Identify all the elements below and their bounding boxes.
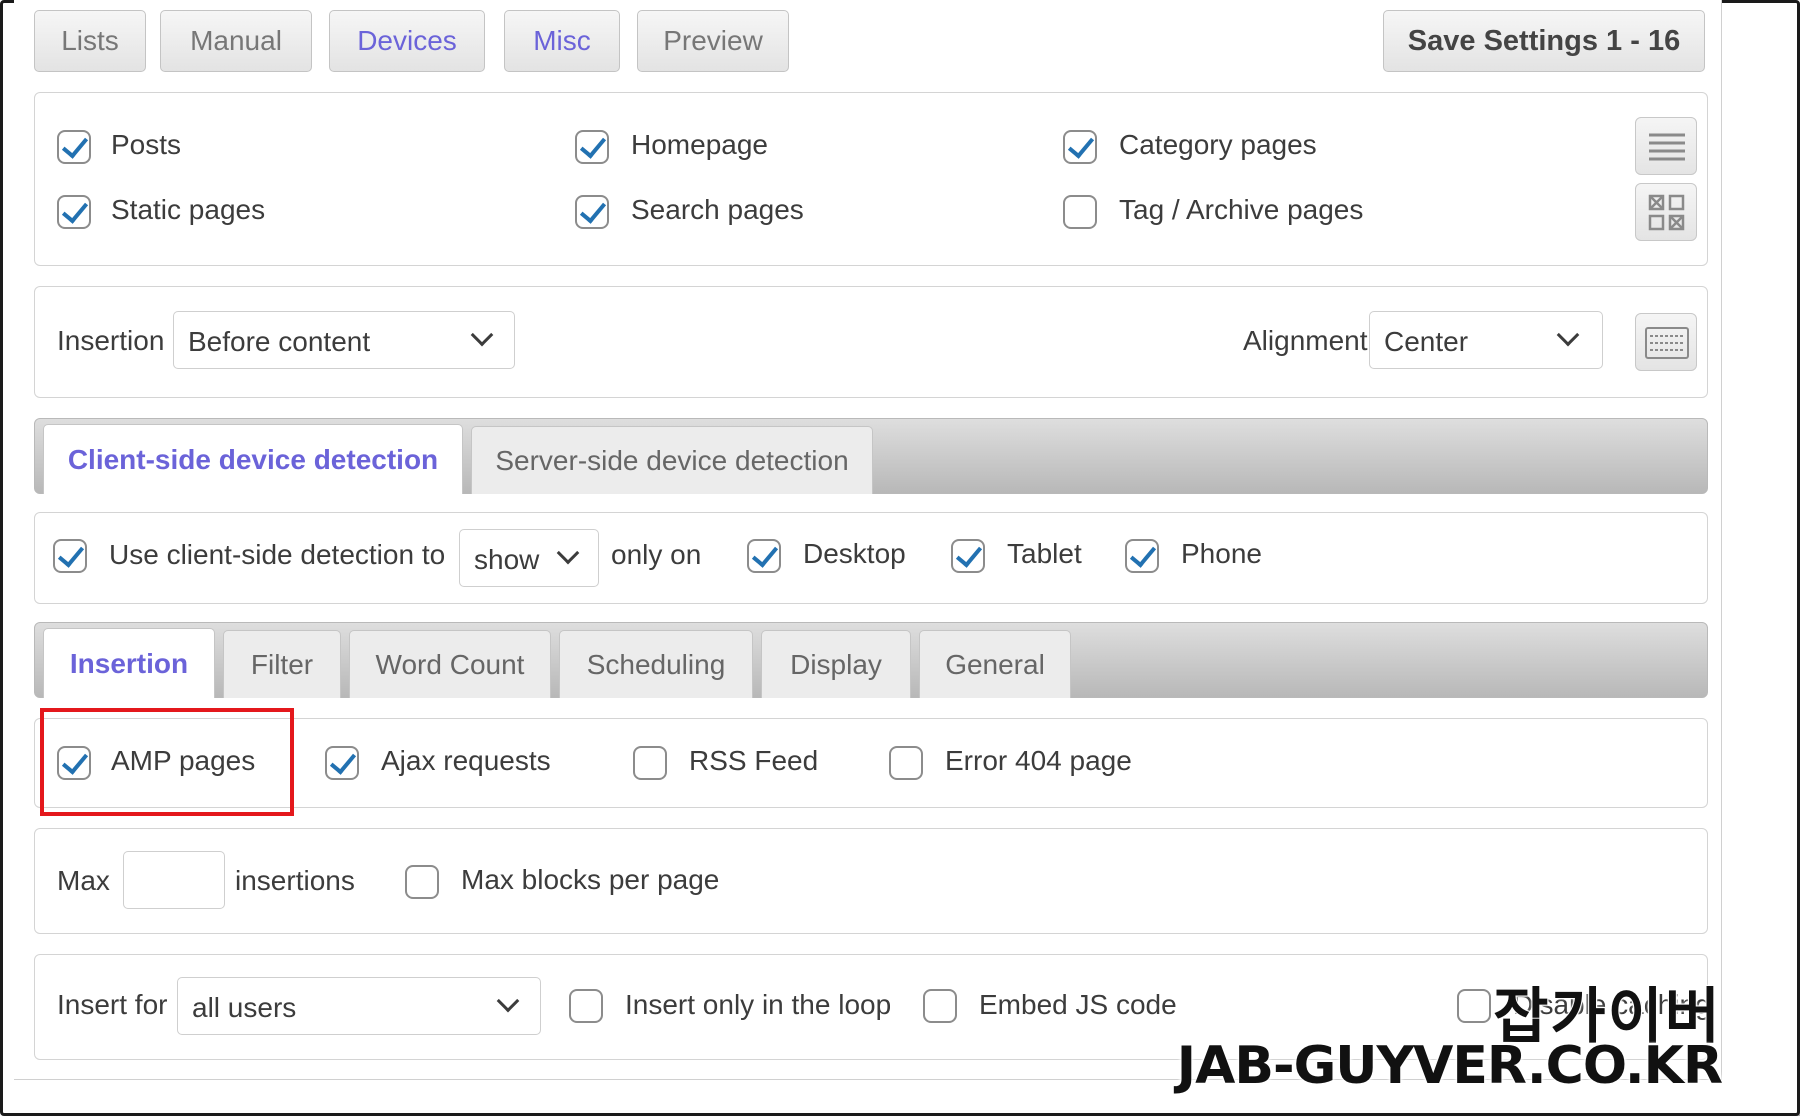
lists-button[interactable]: Lists (34, 10, 146, 72)
insertion-select-value: Before content (188, 326, 371, 357)
max-blocks-per-page-label: Max blocks per page (461, 864, 720, 895)
chevron-down-icon (496, 989, 520, 1013)
watermark-url: JAB-GUYVER.CO.KR (1176, 1036, 1723, 1096)
settings-panel: Lists Manual Devices Misc Preview Save S… (14, 0, 1722, 1080)
rss-feed-checkbox[interactable] (633, 746, 667, 780)
desktop-label: Desktop (803, 538, 906, 569)
ajax-requests-checkbox[interactable] (325, 746, 359, 780)
insertion-label: Insertion (57, 325, 165, 356)
use-client-detection-label: Use client-side detection to (109, 539, 446, 570)
client-detection-panel: Use client-side detection to show only o… (34, 512, 1708, 604)
only-on-label: only on (611, 539, 702, 570)
settings-tabbar: Insertion Filter Word Count Scheduling D… (34, 622, 1708, 698)
devices-button[interactable]: Devices (329, 10, 485, 72)
disable-caching-checkbox[interactable] (1457, 989, 1491, 1023)
embed-js-code-checkbox[interactable] (923, 989, 957, 1023)
max-insertions-input[interactable] (123, 851, 225, 909)
max-label: Max (57, 865, 110, 896)
save-settings-button[interactable]: Save Settings 1 - 16 (1383, 10, 1705, 72)
desktop-checkbox[interactable] (747, 539, 781, 573)
max-insertions-panel: Max insertions Max blocks per page (34, 828, 1708, 934)
static-pages-label: Static pages (111, 194, 266, 225)
max-blocks-per-page-checkbox[interactable] (405, 865, 439, 899)
insert-for-label: Insert for (57, 989, 168, 1020)
show-hide-select[interactable]: show (459, 529, 599, 587)
tag-archive-pages-label: Tag / Archive pages (1119, 194, 1364, 225)
search-pages-label: Search pages (631, 194, 804, 225)
insert-for-select[interactable]: all users (177, 977, 541, 1035)
alignment-select[interactable]: Center (1369, 311, 1603, 369)
embed-js-code-label: Embed JS code (979, 989, 1177, 1020)
insert-for-select-value: all users (192, 992, 297, 1023)
homepage-checkbox[interactable] (575, 130, 609, 164)
list-view-icon[interactable] (1635, 117, 1697, 175)
category-pages-checkbox[interactable] (1063, 130, 1097, 164)
search-pages-checkbox[interactable] (575, 195, 609, 229)
tab-filter[interactable]: Filter (223, 630, 341, 698)
tag-archive-pages-checkbox[interactable] (1063, 195, 1097, 229)
insert-only-in-loop-label: Insert only in the loop (625, 989, 892, 1020)
alignment-select-value: Center (1384, 326, 1469, 357)
tablet-checkbox[interactable] (951, 539, 985, 573)
insert-only-in-loop-checkbox[interactable] (569, 989, 603, 1023)
posts-checkbox[interactable] (57, 130, 91, 164)
tablet-label: Tablet (1007, 538, 1082, 569)
tab-scheduling[interactable]: Scheduling (559, 630, 753, 698)
tab-general[interactable]: General (919, 630, 1071, 698)
static-pages-checkbox[interactable] (57, 195, 91, 229)
posts-label: Posts (111, 129, 182, 160)
tab-word-count[interactable]: Word Count (349, 630, 551, 698)
show-hide-select-value: show (474, 544, 540, 575)
homepage-label: Homepage (631, 129, 768, 160)
keyboard-icon[interactable] (1635, 313, 1697, 371)
use-client-detection-checkbox[interactable] (53, 539, 87, 573)
misc-button[interactable]: Misc (504, 10, 620, 72)
chevron-down-icon (1556, 323, 1580, 347)
page-types-panel: Posts Homepage Category pages Static pag… (34, 92, 1708, 266)
preview-button[interactable]: Preview (637, 10, 789, 72)
insertion-select[interactable]: Before content (173, 311, 515, 369)
phone-label: Phone (1181, 538, 1262, 569)
error-404-page-checkbox[interactable] (889, 746, 923, 780)
phone-checkbox[interactable] (1125, 539, 1159, 573)
chevron-down-icon (470, 323, 494, 347)
device-detection-tabbar: Client-side device detection Server-side… (34, 418, 1708, 494)
ajax-requests-label: Ajax requests (381, 745, 551, 776)
category-pages-label: Category pages (1119, 129, 1317, 160)
chevron-down-icon (556, 541, 580, 565)
tab-server-side-detection[interactable]: Server-side device detection (471, 426, 873, 494)
manual-button[interactable]: Manual (160, 10, 312, 72)
tab-display[interactable]: Display (761, 630, 911, 698)
insertion-alignment-panel: Insertion Before content Alignment Cente… (34, 286, 1708, 398)
alignment-label: Alignment (1243, 325, 1368, 356)
error-404-page-label: Error 404 page (945, 745, 1132, 776)
insertions-label: insertions (235, 865, 355, 896)
rss-feed-label: RSS Feed (689, 745, 819, 776)
grid-view-icon[interactable] (1635, 183, 1697, 241)
tab-insertion[interactable]: Insertion (43, 628, 215, 698)
amp-highlight-box (40, 708, 294, 816)
tab-client-side-detection[interactable]: Client-side device detection (43, 424, 463, 494)
